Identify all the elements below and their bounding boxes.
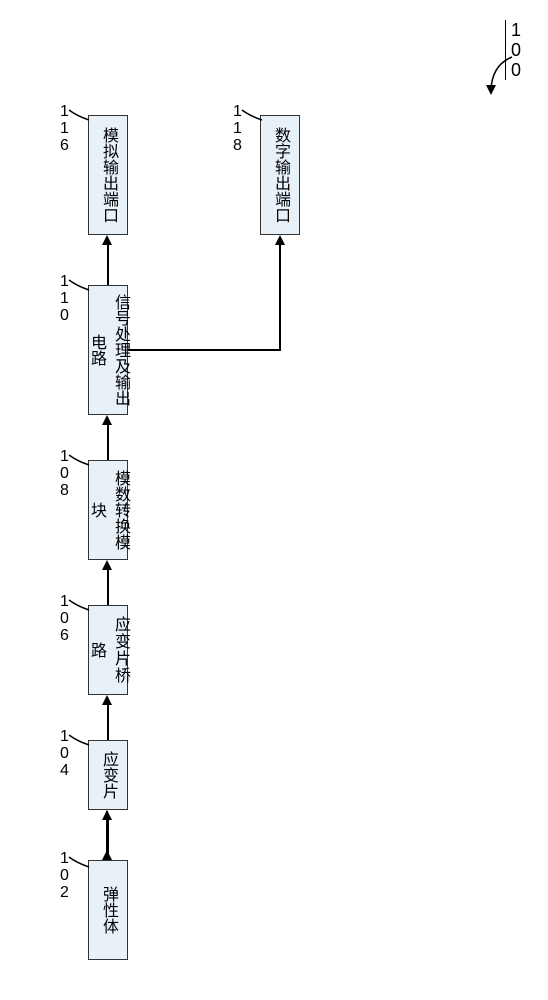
ref-curve-icon (240, 108, 265, 128)
ref-curve-icon (67, 108, 92, 128)
block-strain-gauge: 应变片 (88, 740, 128, 810)
arrow-head-icon (275, 235, 285, 245)
arrow-line (107, 570, 109, 605)
arrow-line (107, 820, 109, 860)
block-signal-processing: 信号处理及输出电路 (88, 285, 128, 415)
block-label: 应变片 (96, 751, 120, 799)
block-label: 数字输出端口 (268, 127, 292, 223)
arrow-head-icon (102, 695, 112, 705)
ref-curve-icon (67, 453, 92, 473)
ref-curve-icon (67, 598, 92, 618)
arrow-line (128, 349, 280, 351)
arrow-head-icon (102, 235, 112, 245)
arrow-line (279, 245, 281, 351)
ref-curve-icon (67, 855, 92, 875)
block-label: 信号处理及输出电路 (84, 290, 132, 410)
arrow-head-icon (102, 560, 112, 570)
arrow-line (107, 425, 109, 460)
block-digital-output: 数字输出端口 (260, 115, 300, 235)
ref-curve-icon (67, 278, 92, 298)
title-arrow-icon (482, 55, 522, 100)
arrow-line (107, 245, 109, 285)
block-label: 模数转换模块 (84, 465, 132, 555)
block-analog-output: 模拟输出端口 (88, 115, 128, 235)
block-adc-module: 模数转换模块 (88, 460, 128, 560)
arrow-head-icon (102, 415, 112, 425)
arrow-head-icon (102, 810, 112, 820)
arrow-line (107, 705, 109, 740)
block-label: 模拟输出端口 (96, 127, 120, 223)
block-label: 弹性体 (96, 886, 120, 934)
block-elastic-body: 弹性体 (88, 860, 128, 960)
block-bridge-circuit: 应变片桥路 (88, 605, 128, 695)
block-label: 应变片桥路 (84, 610, 132, 690)
ref-curve-icon (67, 733, 92, 753)
